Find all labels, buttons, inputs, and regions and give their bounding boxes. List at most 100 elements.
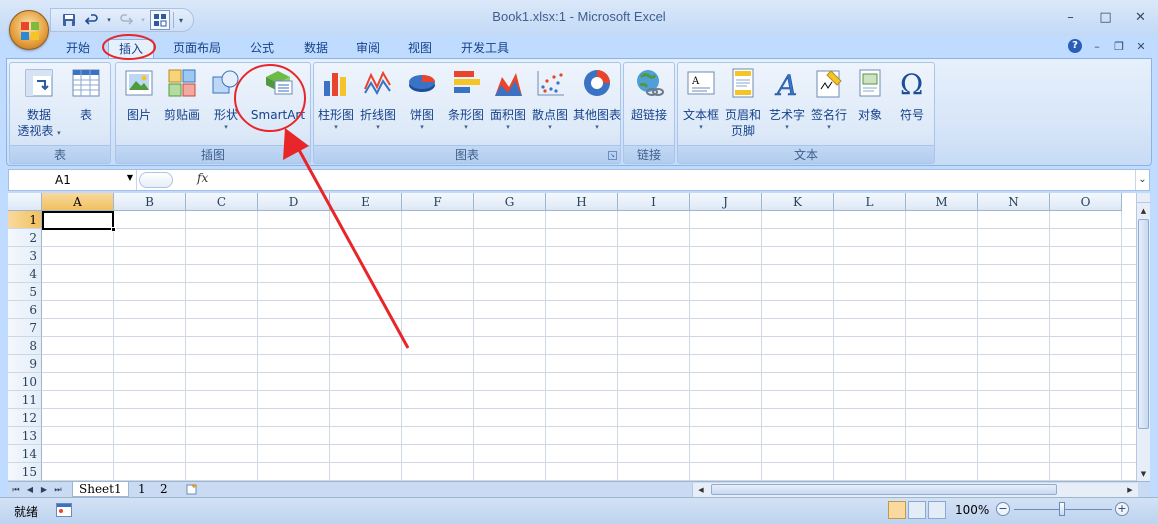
minimize-button[interactable]: – [1053,6,1088,28]
bar-chart-button[interactable]: 条形图 ▾ [444,67,488,131]
formula-collapse-handle[interactable] [139,172,173,188]
hyperlink-button[interactable]: 超链接 [626,67,672,123]
tab-page-layout[interactable]: 页面布局 [164,39,230,59]
column-header[interactable]: L [834,193,906,211]
doc-minimize-button[interactable]: – [1090,40,1104,53]
row-header[interactable]: 9 [8,355,42,373]
office-button[interactable] [9,10,49,50]
row-header[interactable]: 11 [8,391,42,409]
scroll-up-icon[interactable]: ▲ [1137,204,1150,218]
row-header[interactable]: 3 [8,247,42,265]
zoom-slider-thumb[interactable] [1059,502,1065,516]
active-cell[interactable] [42,211,116,232]
column-header[interactable]: G [474,193,546,211]
row-header[interactable]: 10 [8,373,42,391]
close-button[interactable]: ✕ [1123,6,1158,28]
name-box-dropdown-icon[interactable]: ▼ [127,173,133,182]
tab-developer[interactable]: 开发工具 [450,39,520,59]
row-header[interactable]: 13 [8,427,42,445]
column-header[interactable]: J [690,193,762,211]
row-header[interactable]: 14 [8,445,42,463]
tab-view[interactable]: 视图 [398,39,442,59]
column-header[interactable]: D [258,193,330,211]
symbol-button[interactable]: Ω 符号 [892,67,932,123]
column-header[interactable]: M [906,193,978,211]
column-header[interactable]: H [546,193,618,211]
column-header[interactable]: I [618,193,690,211]
scroll-left-icon[interactable]: ◀ [695,483,707,497]
doc-close-button[interactable]: ✕ [1134,40,1148,53]
horizontal-scroll-thumb[interactable] [711,484,1057,495]
insert-function-icon[interactable]: fx [197,171,208,185]
scroll-right-icon[interactable]: ▶ [1124,483,1136,497]
column-header[interactable]: B [114,193,186,211]
sheet-tab-1[interactable]: 1 [132,482,152,497]
maximize-button[interactable]: □ [1088,6,1123,28]
tab-insert[interactable]: 插入 [108,39,154,59]
name-box[interactable]: A1 ▼ [9,170,137,190]
line-chart-button[interactable]: 折线图 ▾ [358,67,398,131]
pie-chart-button[interactable]: 饼图 ▾ [402,67,442,131]
shapes-button[interactable]: 形状 ▾ [206,67,246,131]
smartart-button[interactable]: SmartArt [248,67,308,123]
row-header[interactable]: 1 [8,211,42,229]
textbox-button[interactable]: A 文本框 ▾ [680,67,722,131]
charts-dialog-launcher[interactable]: ↘ [608,151,617,160]
pivot-table-button[interactable]: 数据 透视表 ▾ [14,67,64,139]
area-chart-button[interactable]: 面积图 ▾ [486,67,530,131]
first-sheet-icon[interactable]: ⏮ [10,483,22,497]
row-header[interactable]: 5 [8,283,42,301]
row-header[interactable]: 12 [8,409,42,427]
zoom-level[interactable]: 100% [955,503,989,517]
tab-data[interactable]: 数据 [294,39,338,59]
row-header[interactable]: 6 [8,301,42,319]
row-header[interactable]: 4 [8,265,42,283]
sheet-tab-2[interactable]: 2 [154,482,174,497]
split-box[interactable] [1137,193,1150,203]
column-header[interactable]: F [402,193,474,211]
normal-view-icon[interactable] [888,501,906,519]
other-charts-button[interactable]: 其他图表 ▾ [572,67,622,131]
header-footer-button[interactable]: 页眉和 页脚 [722,67,764,139]
last-sheet-icon[interactable]: ⏭ [52,483,64,497]
doc-restore-button[interactable]: ❐ [1112,40,1126,53]
wordart-button[interactable]: A 艺术字 ▾ [766,67,808,131]
page-break-view-icon[interactable] [928,501,946,519]
next-sheet-icon[interactable]: ▶ [38,483,50,497]
column-header[interactable]: K [762,193,834,211]
select-all-corner[interactable] [8,193,42,211]
help-icon[interactable]: ? [1068,39,1082,53]
zoom-out-button[interactable]: − [996,502,1010,516]
row-header[interactable]: 2 [8,229,42,247]
row-header[interactable]: 8 [8,337,42,355]
tab-review[interactable]: 审阅 [346,39,390,59]
tab-home[interactable]: 开始 [58,39,98,59]
vertical-scrollbar[interactable]: ▲ ▼ [1136,193,1150,481]
column-header[interactable]: A [42,193,114,211]
row-header[interactable]: 15 [8,463,42,481]
picture-button[interactable]: 图片 [120,67,158,123]
scatter-chart-button[interactable]: 散点图 ▾ [528,67,572,131]
row-header[interactable]: 7 [8,319,42,337]
new-sheet-icon[interactable] [180,482,202,497]
scroll-down-icon[interactable]: ▼ [1137,467,1150,481]
column-header[interactable]: C [186,193,258,211]
zoom-in-button[interactable]: + [1115,502,1129,516]
prev-sheet-icon[interactable]: ◀ [24,483,36,497]
fill-handle[interactable] [111,227,116,232]
macro-record-icon[interactable] [56,503,72,517]
clipart-button[interactable]: 剪贴画 [162,67,202,123]
expand-formula-bar-icon[interactable]: ⌄ [1135,170,1149,190]
column-header[interactable]: N [978,193,1050,211]
column-header[interactable]: O [1050,193,1122,211]
tab-formulas[interactable]: 公式 [240,39,284,59]
sheet-tab-sheet1[interactable]: Sheet1 [72,482,129,497]
signature-line-button[interactable]: 签名行 ▾ [808,67,850,131]
page-layout-view-icon[interactable] [908,501,926,519]
vertical-scroll-thumb[interactable] [1138,219,1149,429]
column-chart-button[interactable]: 柱形图 ▾ [316,67,356,131]
object-button[interactable]: 对象 [850,67,890,123]
column-header[interactable]: E [330,193,402,211]
worksheet-grid[interactable]: ABCDEFGHIJKLMNO 1 2 3 4 5 6 7 8 9 10 11 12 13 14 15 ▲ … [8,193,1150,481]
horizontal-scrollbar[interactable]: ◀ ▶ [692,483,1138,497]
